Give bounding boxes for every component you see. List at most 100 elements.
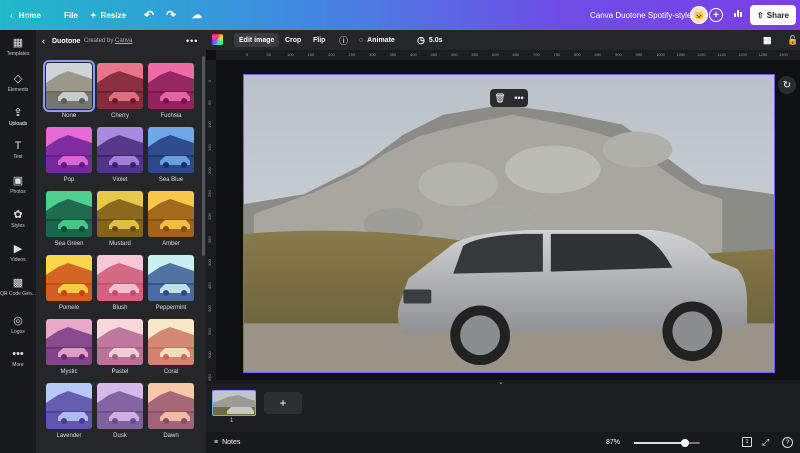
rail-icon: ▶ [13, 243, 23, 255]
duotone-filter-pastel[interactable] [97, 319, 143, 365]
edit-image-button[interactable]: Edit image [234, 33, 280, 47]
file-menu[interactable]: File [58, 0, 84, 30]
add-page-button[interactable]: + [264, 392, 302, 414]
duotone-filter-dusk[interactable] [97, 383, 143, 429]
duotone-filter-amber[interactable] [148, 191, 194, 237]
insights-icon[interactable] [733, 8, 743, 21]
animate-icon: ◌ [359, 36, 364, 44]
rail-item-text[interactable]: T Text [0, 140, 36, 160]
duotone-filter-mystic[interactable] [46, 319, 92, 365]
filter-preview [46, 255, 92, 301]
rail-label: QR Code Gen... [0, 291, 36, 297]
duotone-filter-fuchsia[interactable] [148, 63, 194, 109]
duration-button[interactable]: ◷ 5.0s [412, 33, 447, 47]
rail-icon: ▦ [12, 37, 24, 49]
timer-icon: ◷ [417, 34, 425, 45]
filter-label: Coral [163, 369, 179, 375]
share-button[interactable]: ⇧ Share [750, 5, 796, 25]
chevron-down-icon[interactable]: ⌄ [498, 378, 504, 386]
duotone-filter-peppermint[interactable] [148, 255, 194, 301]
filter-preview [46, 319, 92, 365]
info-icon[interactable]: ⓘ [334, 33, 353, 47]
ruler-tick: 1200 [738, 52, 747, 57]
rail-item-qr-code-gen[interactable]: ▩ QR Code Gen... [0, 276, 36, 297]
ruler-tick: 150 [307, 52, 315, 57]
zoom-level[interactable]: 87% [606, 439, 620, 446]
trash-icon[interactable]: 🗑 [494, 93, 505, 104]
duotone-filter-pomelo[interactable] [46, 255, 92, 301]
ruler-tick: 150 [207, 144, 212, 151]
document-title[interactable]: Canva Duotone Spotify-style [584, 0, 697, 30]
rail-item-photos[interactable]: ▣ Photos [0, 174, 36, 195]
help-icon[interactable]: ? [782, 437, 793, 448]
rail-item-elements[interactable]: ◇ Elements [0, 72, 36, 93]
notes-label: Notes [222, 439, 241, 446]
duotone-filter-cherry[interactable] [97, 63, 143, 109]
resize-button[interactable]: ✦ Resize [84, 0, 132, 30]
duotone-filter-sea-blue[interactable] [148, 127, 194, 173]
rail-item-videos[interactable]: ▶ Videos [0, 242, 36, 263]
duotone-filter-violet[interactable] [97, 127, 143, 173]
redo-icon[interactable]: ↷ [160, 0, 182, 30]
rail-item-more[interactable]: ••• More [0, 348, 36, 368]
ruler-tick: 650 [207, 374, 212, 381]
refresh-icon[interactable]: ↻ [778, 76, 796, 94]
add-collaborator-icon[interactable]: + [709, 8, 723, 22]
filter-preview [148, 191, 194, 237]
duotone-filter-lavender[interactable] [46, 383, 92, 429]
undo-icon[interactable]: ↶ [138, 0, 160, 30]
ruler-tick: 850 [594, 52, 602, 57]
ruler-tick: 600 [207, 351, 212, 358]
rail-label: More [12, 362, 24, 368]
color-swatch-icon[interactable] [212, 34, 223, 45]
lock-icon[interactable]: 🔓 [782, 33, 800, 47]
page-count-icon[interactable]: 1 [742, 437, 752, 447]
animate-button[interactable]: ◌ Animate [354, 33, 400, 47]
more-options-icon[interactable]: ••• [186, 36, 198, 46]
rail-item-logos[interactable]: ◎ Logos [0, 314, 36, 335]
notes-button[interactable]: ≡ Notes [214, 439, 240, 446]
filter-preview [97, 191, 143, 237]
ruler-tick: 0 [207, 79, 212, 82]
ruler-tick: 250 [207, 190, 212, 197]
more-icon[interactable]: ••• [514, 93, 523, 103]
flip-button[interactable]: Flip [308, 33, 330, 47]
panel-title: Duotone [52, 37, 81, 45]
filter-preview [97, 319, 143, 365]
fullscreen-icon[interactable]: ⤢ [762, 437, 769, 448]
transparency-icon[interactable]: ▦ [758, 33, 777, 47]
duotone-filter-pop[interactable] [46, 127, 92, 173]
back-icon[interactable]: ‹ [42, 36, 45, 46]
selected-photo[interactable] [243, 74, 775, 373]
rail-item-templates[interactable]: ▦ Templates [0, 36, 36, 57]
car-rock-photo [244, 75, 774, 372]
ruler-tick: 650 [512, 52, 520, 57]
duotone-filter-mustard[interactable] [97, 191, 143, 237]
duotone-filter-dawn[interactable] [148, 383, 194, 429]
home-button[interactable]: ‹ Home [4, 0, 47, 30]
duotone-filter-sea-green[interactable] [46, 191, 92, 237]
filter-preview [46, 383, 92, 429]
page-thumbnail[interactable] [212, 390, 256, 416]
notes-icon: ≡ [214, 439, 219, 446]
zoom-slider[interactable] [634, 439, 700, 447]
duotone-filter-coral[interactable] [148, 319, 194, 365]
filter-label: Pop [63, 177, 75, 183]
rail-item-uploads[interactable]: ⇪ Uploads [0, 106, 36, 127]
avatar[interactable]: 🐱 [690, 6, 708, 24]
ruler-tick: 100 [207, 121, 212, 128]
crop-button[interactable]: Crop [280, 33, 306, 47]
panel-scrollbar[interactable] [202, 56, 205, 256]
zoom-slider-handle[interactable] [681, 439, 690, 447]
sparkle-icon: ✦ [90, 10, 97, 20]
author-link[interactable]: Canva [115, 38, 132, 44]
rail-item-styles[interactable]: ✿ Styles [0, 208, 36, 229]
filter-preview [148, 383, 194, 429]
duotone-filter-blush[interactable] [97, 255, 143, 301]
duotone-filter-none[interactable] [43, 60, 95, 112]
floating-toolbar: 🗑 ••• [490, 89, 528, 107]
filter-label: Pomelo [58, 305, 80, 311]
ruler-tick: 500 [207, 305, 212, 312]
left-rail: ▦ Templates ◇ Elements ⇪ Uploads T Text ▣ Photos ✿… [0, 30, 36, 453]
cloud-save-icon[interactable]: ☁ [186, 0, 208, 30]
